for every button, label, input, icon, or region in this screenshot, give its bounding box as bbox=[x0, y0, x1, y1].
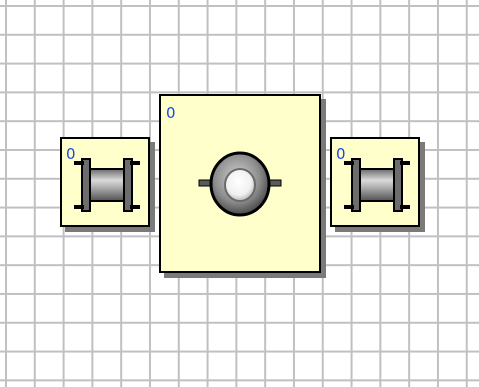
pipe-icon bbox=[74, 158, 140, 212]
pipe-icon bbox=[344, 158, 410, 212]
diagram-canvas[interactable]: 0 0 0 bbox=[0, 0, 479, 387]
right-pipe-block[interactable]: 0 bbox=[330, 137, 420, 227]
left-pipe-block[interactable]: 0 bbox=[60, 137, 150, 227]
valve-counter: 0 bbox=[166, 104, 176, 122]
valve-block[interactable]: 0 bbox=[159, 94, 321, 273]
valve-icon bbox=[198, 151, 282, 217]
